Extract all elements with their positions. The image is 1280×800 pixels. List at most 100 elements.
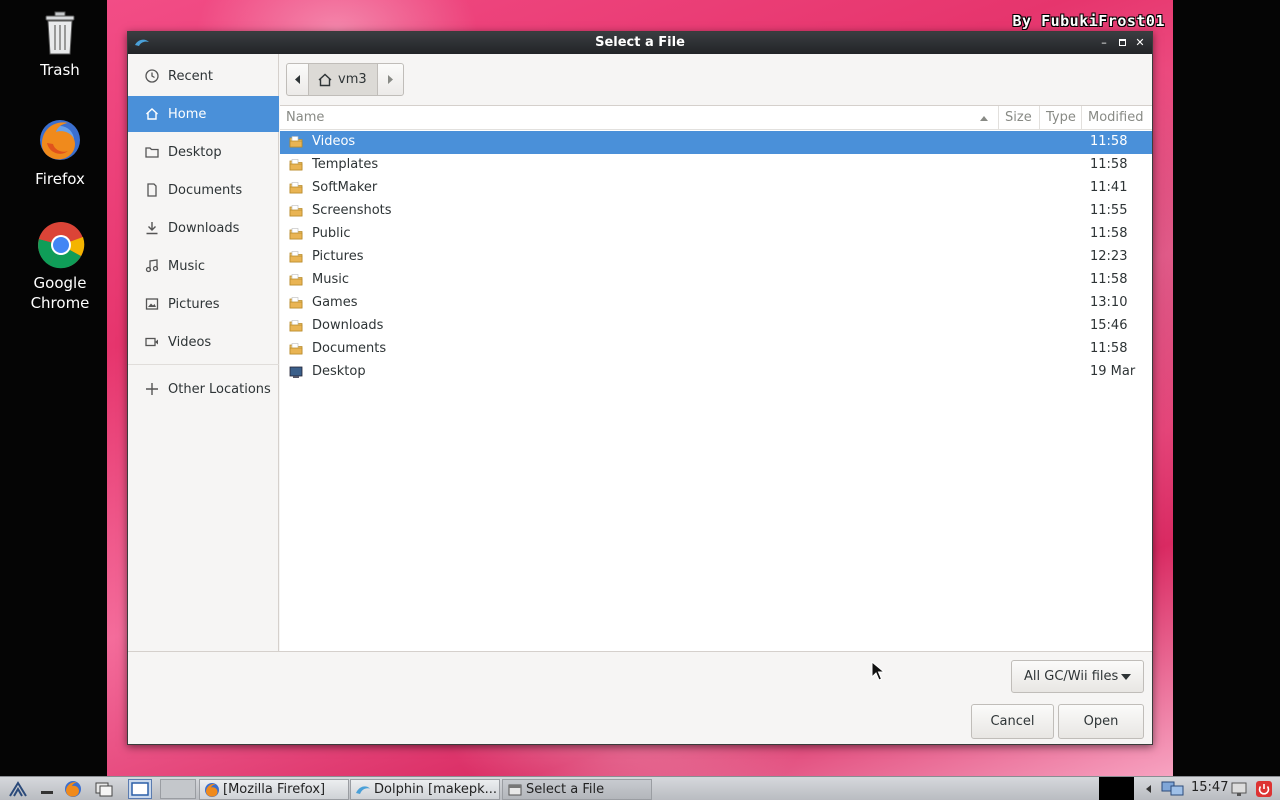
desktop: By FubukiFrost01 Trash Firefox Google Ch…	[0, 0, 1280, 776]
logout-button[interactable]	[1255, 780, 1273, 798]
column-modified-header[interactable]: Modified	[1082, 106, 1152, 130]
download-icon	[144, 220, 160, 236]
file-row[interactable]: SoftMaker 11:41	[280, 177, 1152, 200]
file-name: Desktop	[312, 364, 366, 379]
file-row[interactable]: Screenshots 11:55	[280, 200, 1152, 223]
sidebar-item-desktop[interactable]: Desktop	[128, 134, 279, 170]
open-button[interactable]: Open	[1058, 704, 1144, 739]
firefox-icon	[205, 782, 219, 797]
firefox-icon	[37, 117, 83, 163]
folder-icon	[289, 343, 303, 355]
file-row[interactable]: Public 11:58	[280, 223, 1152, 246]
folder-icon	[289, 297, 303, 309]
sidebar-item-label: Documents	[168, 182, 243, 198]
power-icon	[1256, 781, 1272, 797]
file-name: Videos	[312, 134, 356, 149]
chevron-left-icon	[295, 75, 300, 84]
sidebar-item-label: Home	[168, 106, 207, 122]
launch-firefox-button[interactable]	[64, 780, 82, 798]
file-modified: 11:58	[1090, 226, 1128, 241]
start-menu-button[interactable]	[8, 780, 27, 798]
workspace-1-button[interactable]	[128, 779, 152, 799]
lock-screen-icon	[1231, 782, 1247, 796]
file-modified: 11:58	[1090, 341, 1128, 356]
screen-lock-button[interactable]	[1230, 780, 1248, 798]
file-row[interactable]: Downloads 15:46	[280, 315, 1152, 338]
chevron-left-icon	[1146, 785, 1151, 793]
cancel-button[interactable]: Cancel	[971, 704, 1054, 739]
file-name: Public	[312, 226, 351, 241]
path-back-button[interactable]	[286, 63, 309, 96]
column-type-header[interactable]: Type	[1040, 106, 1082, 130]
file-name: Downloads	[312, 318, 384, 333]
file-row[interactable]: Games 13:10	[280, 292, 1152, 315]
sidebar-item-label: Videos	[168, 334, 212, 350]
column-name-header[interactable]: Name	[280, 106, 999, 130]
minimize-icon: –	[1101, 36, 1107, 49]
show-desktop-button[interactable]	[38, 780, 56, 798]
file-row[interactable]: Documents 11:58	[280, 338, 1152, 361]
taskbar-task-firefox[interactable]: [Mozilla Firefox]	[199, 779, 349, 800]
desktop-icon-firefox[interactable]: Firefox	[10, 117, 110, 189]
sort-ascending-icon	[980, 116, 988, 121]
folder-icon	[289, 182, 303, 194]
dialog-footer: All GC/Wii files Cancel Open	[128, 651, 1152, 744]
sidebar-item-documents[interactable]: Documents	[128, 172, 279, 208]
taskbar-task-select-file[interactable]: Select a File	[502, 779, 652, 800]
file-row[interactable]: Music 11:58	[280, 269, 1152, 292]
sidebar-item-music[interactable]: Music	[128, 248, 279, 284]
minimize-all-icon	[41, 791, 53, 794]
network-icon	[1161, 781, 1184, 796]
file-name: Games	[312, 295, 358, 310]
sidebar-item-label: Downloads	[168, 220, 240, 236]
workspace-2-button[interactable]	[160, 779, 196, 799]
taskbar-task-dolphin[interactable]: Dolphin [makepk...	[350, 779, 500, 800]
desktop-icon-chrome[interactable]: Google Chrome	[10, 221, 110, 313]
maximize-button[interactable]	[1114, 35, 1130, 51]
path-crumb-home[interactable]: vm3	[308, 63, 378, 96]
chevron-down-icon	[1121, 674, 1131, 680]
close-button[interactable]: ✕	[1132, 35, 1148, 51]
file-row[interactable]: Videos 11:58	[280, 131, 1152, 154]
file-filter-dropdown[interactable]: All GC/Wii files	[1011, 660, 1144, 693]
windows-icon	[95, 782, 113, 797]
file-modified: 11:41	[1090, 180, 1128, 195]
taskbar-clock[interactable]: 15:47	[1191, 780, 1228, 795]
path-forward-button[interactable]	[377, 63, 404, 96]
sidebar-item-videos[interactable]: Videos	[128, 324, 279, 360]
clock-icon	[144, 68, 160, 84]
picture-icon	[144, 296, 160, 312]
open-button-label: Open	[1083, 714, 1119, 729]
desktop-icon-trash[interactable]: Trash	[10, 8, 110, 80]
column-size-label: Size	[1005, 110, 1032, 125]
launch-file-manager-button[interactable]	[94, 780, 113, 798]
file-row[interactable]: Templates 11:58	[280, 154, 1152, 177]
sidebar-item-other-locations[interactable]: Other Locations	[128, 371, 279, 407]
column-size-header[interactable]: Size	[999, 106, 1040, 130]
sidebar-item-pictures[interactable]: Pictures	[128, 286, 279, 322]
desktop-icon-label: Firefox	[35, 170, 85, 188]
close-icon: ✕	[1135, 36, 1145, 49]
maximize-icon	[1118, 39, 1126, 46]
dialog-titlebar[interactable]: Select a File – ✕	[128, 32, 1152, 54]
file-modified: 11:55	[1090, 203, 1128, 218]
file-row[interactable]: Pictures 12:23	[280, 246, 1152, 269]
chrome-icon	[37, 221, 85, 269]
path-crumb-label: vm3	[338, 72, 367, 87]
folder-icon	[289, 159, 303, 171]
sidebar-item-downloads[interactable]: Downloads	[128, 210, 279, 246]
music-icon	[144, 258, 160, 274]
tray-arrow-button[interactable]	[1142, 780, 1154, 798]
mouse-cursor-icon	[871, 661, 885, 681]
desktop-folder-icon	[289, 366, 303, 378]
chevron-right-icon	[388, 75, 393, 84]
minimize-button[interactable]: –	[1096, 35, 1112, 51]
file-row[interactable]: Desktop 19 Mar	[280, 361, 1152, 384]
sidebar-item-recent[interactable]: Recent	[128, 58, 279, 94]
column-modified-label: Modified	[1088, 110, 1144, 125]
network-status-button[interactable]	[1160, 780, 1186, 798]
folder-icon	[289, 205, 303, 217]
file-name: Templates	[312, 157, 379, 172]
sidebar-item-home[interactable]: Home	[128, 96, 279, 132]
home-icon	[144, 106, 160, 122]
